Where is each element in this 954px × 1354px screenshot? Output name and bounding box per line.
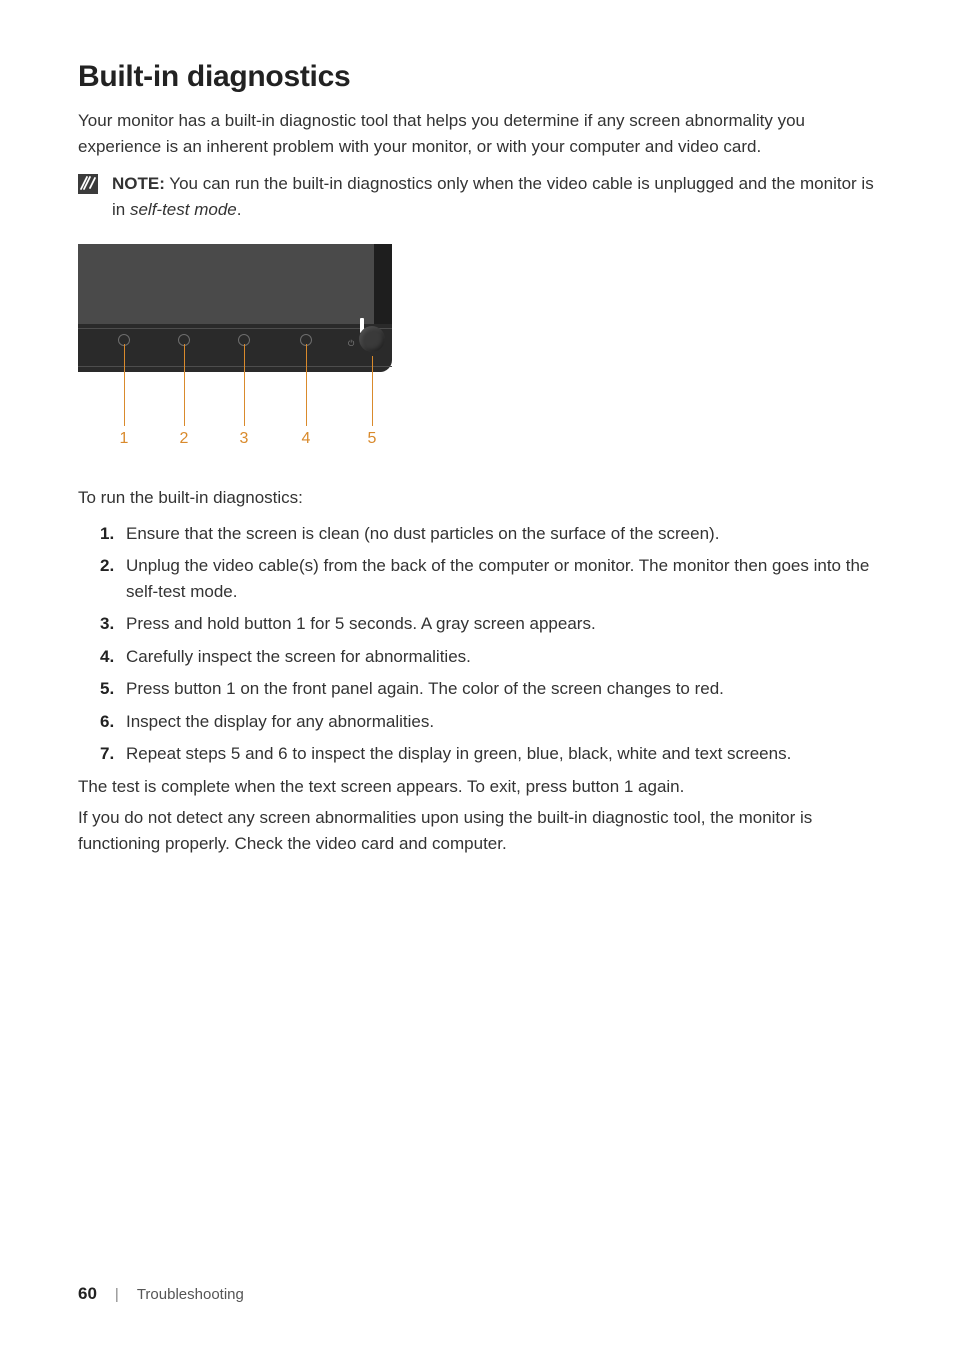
step-item: Ensure that the screen is clean (no dust… xyxy=(100,521,879,547)
panel-right-strip xyxy=(374,244,392,324)
callout-line-3 xyxy=(244,344,245,426)
page-footer: 60 | Troubleshooting xyxy=(78,1284,879,1304)
step-item: Unplug the video cable(s) from the back … xyxy=(100,553,879,604)
closing-paragraph-1: The test is complete when the text scree… xyxy=(78,774,879,800)
note-block: NOTE: You can run the built-in diagnosti… xyxy=(78,171,879,222)
callout-line-4 xyxy=(306,344,307,426)
callout-num-5: 5 xyxy=(362,430,382,448)
callout-num-4: 4 xyxy=(296,430,316,448)
monitor-panel: ⏻ xyxy=(78,244,392,372)
step-item: Inspect the display for any abnormalitie… xyxy=(100,709,879,735)
steps-lead-in: To run the built-in diagnostics: xyxy=(78,485,879,511)
callout-line-5 xyxy=(372,356,373,426)
callout-area: 1 2 3 4 5 xyxy=(78,372,392,447)
bezel-line xyxy=(78,366,392,367)
footer-separator: | xyxy=(115,1286,119,1303)
callout-num-2: 2 xyxy=(174,430,194,448)
monitor-diagram: ⏻ 1 2 3 4 5 xyxy=(78,244,392,447)
closing-paragraph-2: If you do not detect any screen abnormal… xyxy=(78,805,879,856)
footer-section: Troubleshooting xyxy=(137,1286,244,1303)
note-text: NOTE: You can run the built-in diagnosti… xyxy=(112,171,879,222)
callout-num-1: 1 xyxy=(114,430,134,448)
page-number: 60 xyxy=(78,1284,97,1304)
bezel-line xyxy=(78,328,392,329)
step-item: Press button 1 on the front panel again.… xyxy=(100,676,879,702)
callout-line-2 xyxy=(184,344,185,426)
panel-top xyxy=(78,244,374,324)
callout-line-1 xyxy=(124,344,125,426)
steps-list: Ensure that the screen is clean (no dust… xyxy=(100,521,879,767)
note-italic: self-test mode xyxy=(130,200,237,219)
step-item: Repeat steps 5 and 6 to inspect the disp… xyxy=(100,741,879,767)
note-label: NOTE: xyxy=(112,174,165,193)
power-button xyxy=(359,326,385,352)
note-icon xyxy=(78,174,98,194)
power-symbol: ⏻ xyxy=(348,339,354,345)
step-item: Carefully inspect the screen for abnorma… xyxy=(100,644,879,670)
panel-bezel xyxy=(78,324,392,372)
callout-num-3: 3 xyxy=(234,430,254,448)
intro-paragraph: Your monitor has a built-in diagnostic t… xyxy=(78,108,879,159)
note-body-tail: . xyxy=(237,200,242,219)
page-heading: Built-in diagnostics xyxy=(78,60,879,94)
step-item: Press and hold button 1 for 5 seconds. A… xyxy=(100,611,879,637)
